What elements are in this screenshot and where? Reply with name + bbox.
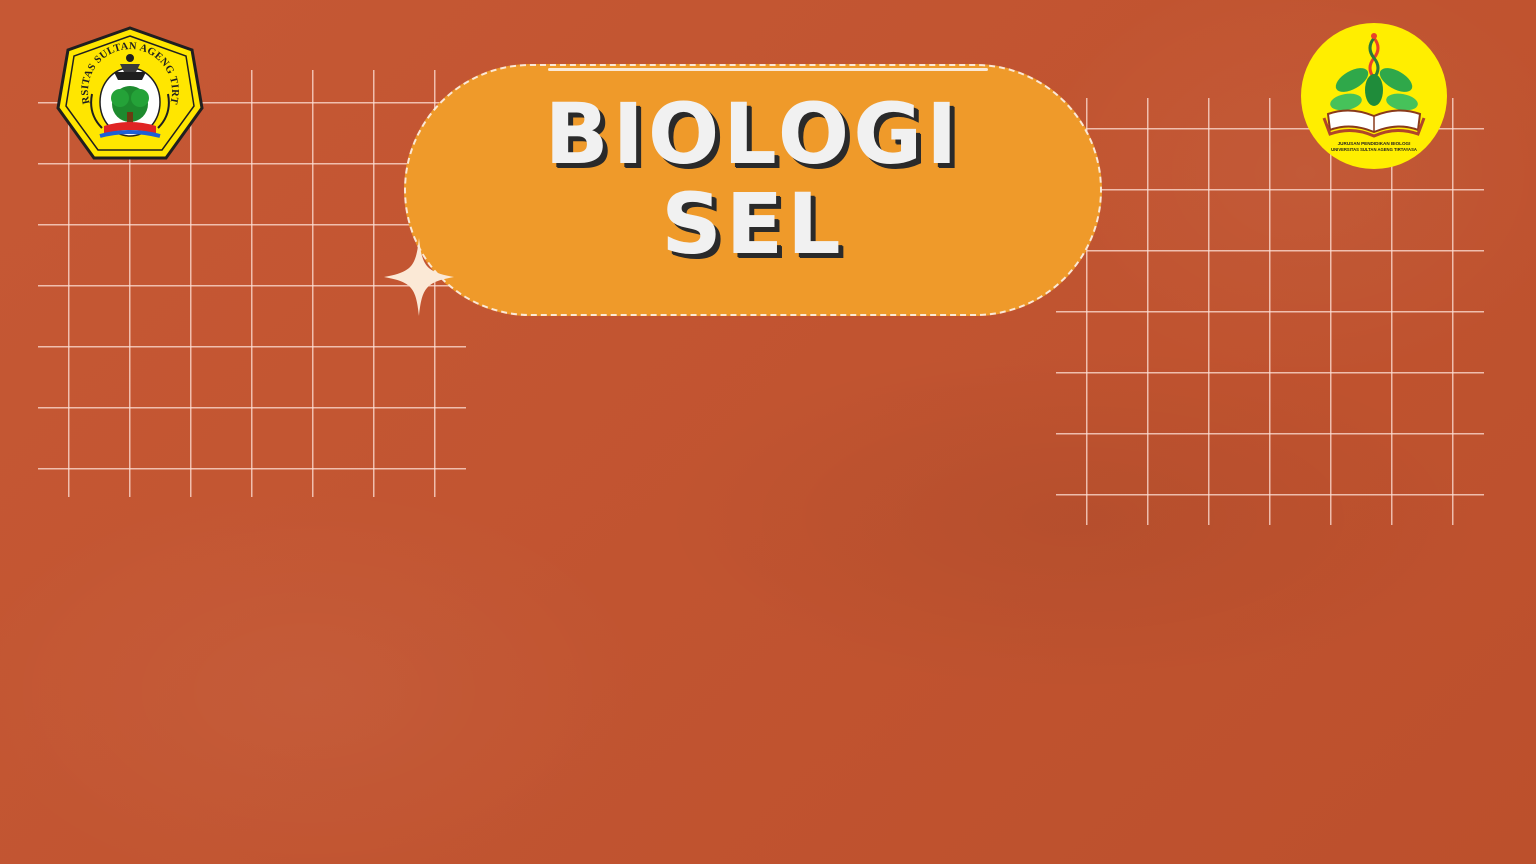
- slide-title-line-1: BIOLOGI: [544, 85, 962, 183]
- emblem-text-1: JURUSAN PENDIDIKAN BIOLOGI: [1338, 141, 1411, 146]
- department-emblem-icon: JURUSAN PENDIDIKAN BIOLOGI UNIVERSITAS S…: [1301, 23, 1447, 169]
- emblem-text-2: UNIVERSITAS SULTAN AGENG TIRTAYASA: [1331, 147, 1417, 152]
- university-crest-icon: UNIVERSITAS SULTAN AGENG TIRTAYASA: [54, 24, 204, 160]
- pill-top-accent: [548, 68, 988, 71]
- slide-title-line-2: SEL: [661, 175, 845, 273]
